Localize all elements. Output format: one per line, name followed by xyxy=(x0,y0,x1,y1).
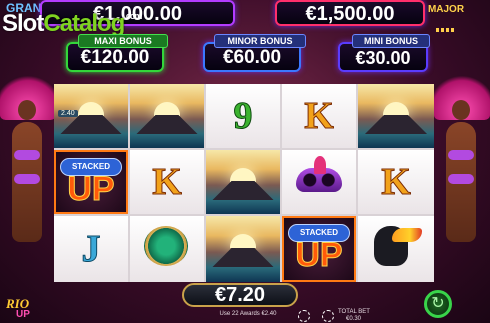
king-symbol: K xyxy=(358,150,434,214)
stacked-up-symbol: STACKED UP xyxy=(54,150,128,214)
plume-icon xyxy=(314,156,326,174)
volcano-icon xyxy=(130,114,204,134)
peacock-fan-symbol xyxy=(130,216,204,282)
watermark-part1: Slot xyxy=(2,10,44,37)
dancer-costume xyxy=(448,150,474,160)
dancer-head xyxy=(452,100,470,120)
sunset-symbol: 2.40 xyxy=(54,84,128,148)
volcano-icon xyxy=(206,180,280,200)
major-pips xyxy=(436,28,456,32)
game-logo: RIO UP xyxy=(2,290,72,323)
volcano-icon xyxy=(358,114,434,134)
sunset-symbol xyxy=(130,84,204,148)
sunset-symbol xyxy=(206,216,280,282)
nine-numeral: 9 xyxy=(233,95,253,138)
king-symbol: K xyxy=(130,150,204,214)
reel-grid: 2.40 STACKED UP J K 9 K STACKED UP K xyxy=(54,84,434,282)
total-bet-value: €0.30 xyxy=(346,316,362,322)
toucan-symbol xyxy=(358,216,434,282)
left-dancer-figure xyxy=(0,70,56,285)
refresh-icon: ↻ xyxy=(431,295,445,312)
win-amount-display: €7.20 xyxy=(182,283,298,307)
major-jackpot-panel: €1,500.00 xyxy=(275,0,425,26)
watermark-part2: Catalog xyxy=(43,10,125,37)
maxi-bonus-value: €120.00 xyxy=(80,47,150,68)
carnival-mask-symbol xyxy=(282,150,356,214)
up-label: UP xyxy=(67,170,115,209)
jack-letter: J xyxy=(81,228,101,271)
sunset-symbol xyxy=(358,84,434,148)
minor-bonus-value: €60.00 xyxy=(222,47,282,68)
total-bet-label: TOTAL BET xyxy=(338,309,370,315)
sunset-symbol xyxy=(206,150,280,214)
game-stage: GRAND €1,000.00 €1,500.00 MAJOR SlotCata… xyxy=(0,0,490,323)
minor-bonus-label: MINOR BONUS xyxy=(214,34,306,48)
lines-info: Use 22 Awards €2.40 xyxy=(219,311,277,317)
dancer-body xyxy=(12,122,42,242)
king-symbol: K xyxy=(282,84,356,148)
small-value-badge: 2.40 xyxy=(58,110,78,117)
dancer-body xyxy=(446,122,476,242)
king-letter: K xyxy=(304,95,335,138)
stacked-up-symbol: STACKED UP xyxy=(282,216,356,282)
mini-bonus-value: €30.00 xyxy=(355,48,411,68)
volcano-icon xyxy=(54,114,128,134)
feather-fan-icon xyxy=(144,226,188,266)
jack-symbol: J xyxy=(54,216,128,282)
dancer-costume xyxy=(14,150,40,160)
right-dancer-figure xyxy=(434,70,490,285)
watermark-suffix: .com xyxy=(124,11,142,21)
spin-button[interactable]: ↻ xyxy=(424,290,452,318)
nine-symbol: 9 xyxy=(206,84,280,148)
king-letter: K xyxy=(152,161,183,204)
dancer-head xyxy=(18,100,36,120)
king-letter: K xyxy=(381,161,412,204)
coin-icon[interactable] xyxy=(298,310,310,322)
maxi-bonus-label: MAXI BONUS xyxy=(78,34,168,48)
beak-icon xyxy=(392,228,422,242)
volcano-icon xyxy=(206,247,280,268)
coin-icon[interactable] xyxy=(322,310,334,322)
mini-bonus-label: MINI BONUS xyxy=(352,34,430,48)
up-label: UP xyxy=(295,236,343,275)
sun-icon xyxy=(230,234,256,249)
logo-subtext: UP xyxy=(16,309,30,320)
win-amount: €7.20 xyxy=(214,284,266,306)
major-jackpot-value: €1,500.00 xyxy=(305,3,395,25)
